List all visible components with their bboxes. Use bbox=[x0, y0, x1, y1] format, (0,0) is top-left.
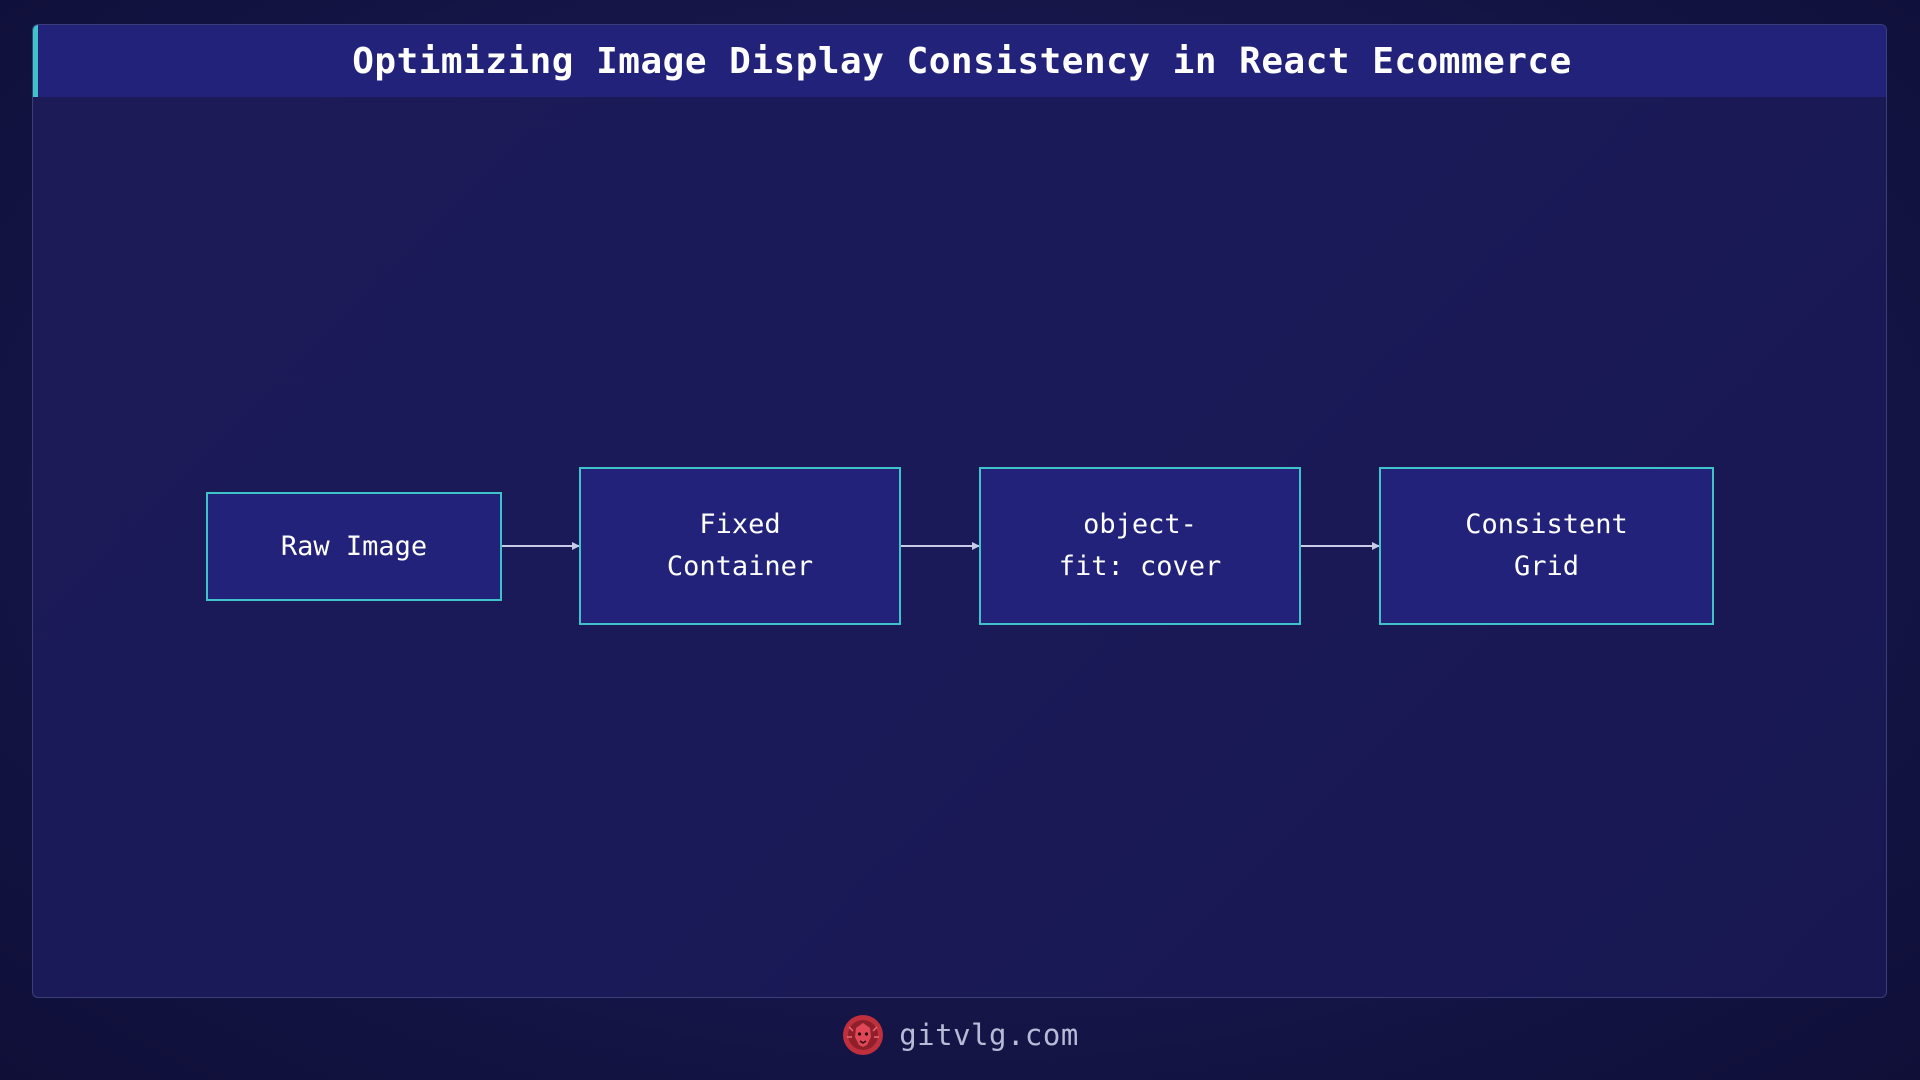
footer-site-link[interactable]: gitvlg.com bbox=[899, 1018, 1079, 1052]
footer: gitvlg.com bbox=[0, 1010, 1920, 1060]
title-bar: Optimizing Image Display Consistency in … bbox=[33, 25, 1886, 97]
page: Optimizing Image Display Consistency in … bbox=[0, 0, 1920, 1080]
lion-head-icon[interactable] bbox=[841, 1013, 885, 1057]
diagram-panel: Optimizing Image Display Consistency in … bbox=[32, 24, 1887, 998]
page-title: Optimizing Image Display Consistency in … bbox=[352, 40, 1572, 82]
